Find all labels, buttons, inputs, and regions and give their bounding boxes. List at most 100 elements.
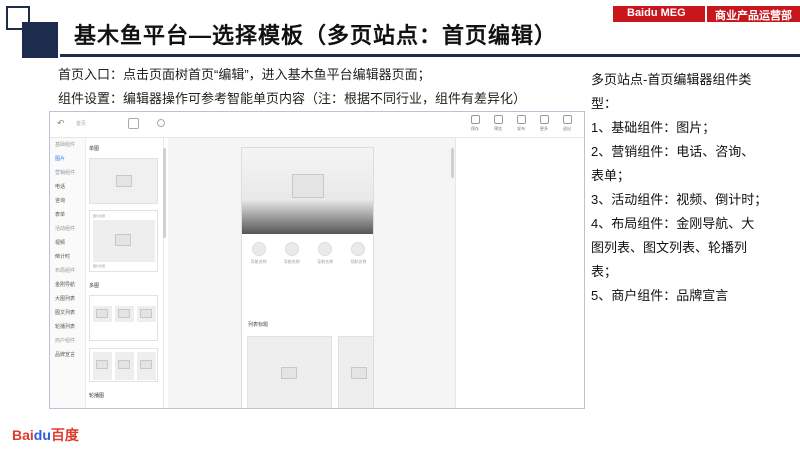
save-label: 保存 [471,126,479,131]
image-placeholder-icon [118,360,130,369]
description-line: 型： [591,96,618,111]
card-caption-bottom: 图片标题 [93,264,106,268]
canvas-scrollbar[interactable] [451,148,454,178]
page-name: 首页 [76,121,87,127]
nav-circle-item[interactable]: 导航名称 [317,242,333,265]
section-multi-image: 多图 [89,283,100,289]
description-line: 多页站点-首页编辑器组件类 [591,72,752,87]
multi-image-template[interactable] [89,295,158,341]
exit-button[interactable]: 退出 [560,115,574,132]
preview-icon [493,115,503,124]
nav-group-layout[interactable]: 布局组件 [50,264,85,278]
list-image[interactable] [247,336,332,408]
section-carousel: 轮播图 [89,393,105,399]
description-line: 3、活动组件：视频、倒计时； [591,192,768,207]
image-placeholder-icon [351,367,367,379]
nav-item-image-text-list[interactable]: 图文列表 [50,306,85,320]
toolbar-actions: 保存 预览 发布 更多 退出 [468,115,574,132]
nav-item-phone[interactable]: 电话 [50,180,85,194]
nav-circle-item[interactable]: 导航名称 [350,242,366,265]
settings-panel [456,138,584,408]
back-icon[interactable]: ↶ [57,118,65,129]
nav-group-marketing[interactable]: 营销组件 [50,166,85,180]
editor-screenshot: ↶ 首页 保存 预览 发布 更多 退出 基础组件 图片 营销组件 电话 咨询 表… [49,111,585,409]
multi-image-cell [137,306,156,322]
nav-circle-icon [284,242,299,256]
image-placeholder-icon [281,367,297,379]
card-image-area [93,220,155,262]
more-label: 更多 [540,126,548,131]
nav-circle-label: 导航名称 [350,259,367,264]
logo-bai: Bai [12,427,34,443]
hero-image[interactable] [242,148,373,234]
panel-scrollbar[interactable] [163,148,166,238]
nav-circle-item[interactable]: 导航名称 [284,242,300,265]
nav-item-countdown[interactable]: 倒计时 [50,250,85,264]
brand-name: Baidu MEG [613,6,705,22]
nav-item-consult[interactable]: 咨询 [50,194,85,208]
device-icon[interactable] [128,118,139,129]
description-line: 表单； [591,168,631,183]
nav-group-merchant[interactable]: 商户组件 [50,334,85,348]
publish-icon [516,115,526,124]
multi-image-cell [115,306,134,322]
nav-item-brand-slogan[interactable]: 品牌宣言 [50,348,85,362]
description-line: 表； [591,264,618,279]
description-line: 图列表、图文列表、轮播列 [591,240,748,255]
component-panel: 单图 图片标题 图片标题 多图 轮播图 [86,138,164,408]
more-button[interactable]: 更多 [537,115,551,132]
multi-image-cell [137,352,156,380]
nav-group-activity[interactable]: 活动组件 [50,222,85,236]
list-image[interactable] [338,336,373,408]
multi-image-cell [93,352,112,380]
description-line: 1、基础组件：图片； [591,120,716,135]
nav-item-video[interactable]: 视频 [50,236,85,250]
preview-button[interactable]: 预览 [491,115,505,132]
publish-button[interactable]: 发布 [514,115,528,132]
nav-item-kingkong-nav[interactable]: 金刚导航 [50,278,85,292]
nav-circle-item[interactable]: 导航名称 [251,242,267,265]
header-decoration-solid [22,22,58,58]
image-placeholder-icon [140,360,152,369]
nav-circle-label: 导航名称 [317,259,334,264]
image-title-template[interactable]: 图片标题 图片标题 [89,210,158,272]
nav-item-carousel-list[interactable]: 轮播列表 [50,320,85,334]
nav-item-image[interactable]: 图片 [50,152,85,166]
nav-item-form[interactable]: 表单 [50,208,85,222]
logo-text: 百度 [50,427,79,443]
title-underline [60,54,800,57]
baidu-logo: Baidu百度 [12,425,79,445]
department-name: 商业产品运营部 [705,6,800,22]
phone-preview: 导航名称 导航名称 导航名称 导航名称 列表标题 [241,147,374,408]
intro-settings-text: 组件设置：编辑器操作可参考智能单页内容（注：根据不同行业，组件有差异化） [58,91,527,106]
card-caption-top: 图片标题 [93,214,106,218]
nav-circle-label: 导航名称 [250,259,267,264]
image-placeholder-icon [140,309,152,318]
description-line: 4、布局组件：金刚导航、大 [591,216,755,231]
image-placeholder-icon [96,309,108,318]
single-image-template[interactable] [89,158,158,204]
intro-entry-text: 首页入口：点击页面树首页“编辑”，进入基木鱼平台编辑器页面； [58,67,431,82]
nav-circle-label: 导航名称 [283,259,300,264]
component-nav: 基础组件 图片 营销组件 电话 咨询 表单 活动组件 视频 倒计时 布局组件 金… [50,138,86,408]
section-single-image: 单图 [89,146,100,152]
exit-icon [562,115,572,124]
kingkong-nav-preview: 导航名称 导航名称 导航名称 导航名称 [242,242,373,265]
multi-image-template-2[interactable] [89,348,158,382]
image-placeholder-icon [116,175,132,187]
preview-label: 预览 [494,126,502,131]
save-button[interactable]: 保存 [468,115,482,132]
nav-circle-icon [318,242,333,256]
multi-image-cell [115,352,134,380]
list-title: 列表标题 [248,322,269,328]
multi-image-cell [93,306,112,322]
description-line: 5、商户组件：品牌宣言 [591,288,729,303]
nav-item-big-image-list[interactable]: 大图列表 [50,292,85,306]
logo-du: du [33,427,51,443]
editor-toolbar: ↶ 首页 保存 预览 发布 更多 退出 [50,112,584,138]
nav-group-basic[interactable]: 基础组件 [50,138,85,152]
image-placeholder-icon [115,234,131,246]
info-icon[interactable] [157,119,165,127]
save-icon [470,115,480,124]
description-line: 2、营销组件：电话、咨询、 [591,144,755,159]
